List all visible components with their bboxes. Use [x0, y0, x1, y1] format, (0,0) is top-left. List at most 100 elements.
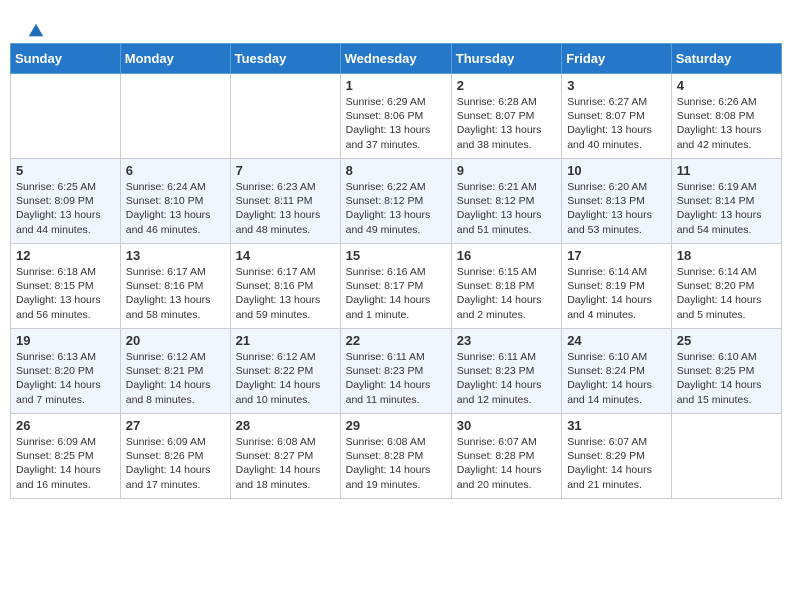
calendar-body: 1 Sunrise: 6:29 AM Sunset: 8:06 PM Daylig…	[11, 74, 782, 499]
day-number: 13	[126, 248, 225, 263]
day-info: Sunrise: 6:16 AM Sunset: 8:17 PM Dayligh…	[346, 265, 446, 322]
day-number: 1	[346, 78, 446, 93]
day-info: Sunrise: 6:18 AM Sunset: 8:15 PM Dayligh…	[16, 265, 115, 322]
calendar-header-row: SundayMondayTuesdayWednesdayThursdayFrid…	[11, 44, 782, 74]
day-number: 7	[236, 163, 335, 178]
day-info: Sunrise: 6:12 AM Sunset: 8:21 PM Dayligh…	[126, 350, 225, 407]
calendar-cell: 11 Sunrise: 6:19 AM Sunset: 8:14 PM Dayli…	[671, 159, 781, 244]
day-number: 9	[457, 163, 556, 178]
day-number: 15	[346, 248, 446, 263]
calendar-cell: 31 Sunrise: 6:07 AM Sunset: 8:29 PM Dayli…	[562, 414, 672, 499]
page-header	[10, 10, 782, 39]
day-header-saturday: Saturday	[671, 44, 781, 74]
day-number: 8	[346, 163, 446, 178]
calendar-cell: 17 Sunrise: 6:14 AM Sunset: 8:19 PM Dayli…	[562, 244, 672, 329]
day-info: Sunrise: 6:09 AM Sunset: 8:25 PM Dayligh…	[16, 435, 115, 492]
day-header-monday: Monday	[120, 44, 230, 74]
calendar-cell: 19 Sunrise: 6:13 AM Sunset: 8:20 PM Dayli…	[11, 329, 121, 414]
day-number: 24	[567, 333, 666, 348]
day-info: Sunrise: 6:17 AM Sunset: 8:16 PM Dayligh…	[236, 265, 335, 322]
calendar-cell: 15 Sunrise: 6:16 AM Sunset: 8:17 PM Dayli…	[340, 244, 451, 329]
calendar-cell: 1 Sunrise: 6:29 AM Sunset: 8:06 PM Daylig…	[340, 74, 451, 159]
day-number: 25	[677, 333, 776, 348]
day-number: 16	[457, 248, 556, 263]
day-info: Sunrise: 6:09 AM Sunset: 8:26 PM Dayligh…	[126, 435, 225, 492]
calendar-cell: 2 Sunrise: 6:28 AM Sunset: 8:07 PM Daylig…	[451, 74, 561, 159]
day-number: 5	[16, 163, 115, 178]
calendar-week-4: 19 Sunrise: 6:13 AM Sunset: 8:20 PM Dayli…	[11, 329, 782, 414]
day-number: 2	[457, 78, 556, 93]
calendar-cell: 28 Sunrise: 6:08 AM Sunset: 8:27 PM Dayli…	[230, 414, 340, 499]
logo	[25, 20, 45, 34]
day-info: Sunrise: 6:22 AM Sunset: 8:12 PM Dayligh…	[346, 180, 446, 237]
calendar-cell: 14 Sunrise: 6:17 AM Sunset: 8:16 PM Dayli…	[230, 244, 340, 329]
day-number: 3	[567, 78, 666, 93]
day-info: Sunrise: 6:28 AM Sunset: 8:07 PM Dayligh…	[457, 95, 556, 152]
day-info: Sunrise: 6:24 AM Sunset: 8:10 PM Dayligh…	[126, 180, 225, 237]
day-info: Sunrise: 6:07 AM Sunset: 8:28 PM Dayligh…	[457, 435, 556, 492]
day-number: 31	[567, 418, 666, 433]
calendar-cell: 3 Sunrise: 6:27 AM Sunset: 8:07 PM Daylig…	[562, 74, 672, 159]
calendar-table: SundayMondayTuesdayWednesdayThursdayFrid…	[10, 43, 782, 499]
day-info: Sunrise: 6:13 AM Sunset: 8:20 PM Dayligh…	[16, 350, 115, 407]
day-number: 28	[236, 418, 335, 433]
day-info: Sunrise: 6:29 AM Sunset: 8:06 PM Dayligh…	[346, 95, 446, 152]
day-number: 20	[126, 333, 225, 348]
day-info: Sunrise: 6:19 AM Sunset: 8:14 PM Dayligh…	[677, 180, 776, 237]
day-number: 6	[126, 163, 225, 178]
day-number: 19	[16, 333, 115, 348]
calendar-cell: 12 Sunrise: 6:18 AM Sunset: 8:15 PM Dayli…	[11, 244, 121, 329]
calendar-cell: 8 Sunrise: 6:22 AM Sunset: 8:12 PM Daylig…	[340, 159, 451, 244]
calendar-cell: 7 Sunrise: 6:23 AM Sunset: 8:11 PM Daylig…	[230, 159, 340, 244]
day-info: Sunrise: 6:08 AM Sunset: 8:27 PM Dayligh…	[236, 435, 335, 492]
day-number: 17	[567, 248, 666, 263]
day-header-thursday: Thursday	[451, 44, 561, 74]
day-number: 10	[567, 163, 666, 178]
day-number: 27	[126, 418, 225, 433]
calendar-week-1: 1 Sunrise: 6:29 AM Sunset: 8:06 PM Daylig…	[11, 74, 782, 159]
calendar-cell: 21Sunrise: 6:12 AM Sunset: 8:22 PM Dayli…	[230, 329, 340, 414]
day-number: 12	[16, 248, 115, 263]
calendar-cell: 25Sunrise: 6:10 AM Sunset: 8:25 PM Dayli…	[671, 329, 781, 414]
day-header-wednesday: Wednesday	[340, 44, 451, 74]
day-info: Sunrise: 6:11 AM Sunset: 8:23 PM Dayligh…	[457, 350, 556, 407]
day-number: 18	[677, 248, 776, 263]
day-info: Sunrise: 6:15 AM Sunset: 8:18 PM Dayligh…	[457, 265, 556, 322]
calendar-week-2: 5 Sunrise: 6:25 AM Sunset: 8:09 PM Daylig…	[11, 159, 782, 244]
calendar-cell: 30Sunrise: 6:07 AM Sunset: 8:28 PM Dayli…	[451, 414, 561, 499]
day-info: Sunrise: 6:25 AM Sunset: 8:09 PM Dayligh…	[16, 180, 115, 237]
day-number: 29	[346, 418, 446, 433]
calendar-cell: 26Sunrise: 6:09 AM Sunset: 8:25 PM Dayli…	[11, 414, 121, 499]
calendar-cell: 13Sunrise: 6:17 AM Sunset: 8:16 PM Dayli…	[120, 244, 230, 329]
calendar-cell: 18 Sunrise: 6:14 AM Sunset: 8:20 PM Dayli…	[671, 244, 781, 329]
calendar-cell: 10 Sunrise: 6:20 AM Sunset: 8:13 PM Dayli…	[562, 159, 672, 244]
day-info: Sunrise: 6:14 AM Sunset: 8:19 PM Dayligh…	[567, 265, 666, 322]
day-info: Sunrise: 6:07 AM Sunset: 8:29 PM Dayligh…	[567, 435, 666, 492]
day-info: Sunrise: 6:11 AM Sunset: 8:23 PM Dayligh…	[346, 350, 446, 407]
calendar-cell: 23 Sunrise: 6:11 AM Sunset: 8:23 PM Dayli…	[451, 329, 561, 414]
calendar-cell: 29 Sunrise: 6:08 AM Sunset: 8:28 PM Dayli…	[340, 414, 451, 499]
calendar-cell: 4Sunrise: 6:26 AM Sunset: 8:08 PM Daylig…	[671, 74, 781, 159]
calendar-cell: 5 Sunrise: 6:25 AM Sunset: 8:09 PM Daylig…	[11, 159, 121, 244]
day-info: Sunrise: 6:08 AM Sunset: 8:28 PM Dayligh…	[346, 435, 446, 492]
day-number: 14	[236, 248, 335, 263]
day-info: Sunrise: 6:27 AM Sunset: 8:07 PM Dayligh…	[567, 95, 666, 152]
calendar-cell: 6 Sunrise: 6:24 AM Sunset: 8:10 PM Daylig…	[120, 159, 230, 244]
calendar-cell: 9Sunrise: 6:21 AM Sunset: 8:12 PM Daylig…	[451, 159, 561, 244]
calendar-cell	[120, 74, 230, 159]
day-info: Sunrise: 6:10 AM Sunset: 8:24 PM Dayligh…	[567, 350, 666, 407]
calendar-cell: 24 Sunrise: 6:10 AM Sunset: 8:24 PM Dayli…	[562, 329, 672, 414]
calendar-cell	[11, 74, 121, 159]
day-number: 11	[677, 163, 776, 178]
day-info: Sunrise: 6:23 AM Sunset: 8:11 PM Dayligh…	[236, 180, 335, 237]
calendar-cell: 22Sunrise: 6:11 AM Sunset: 8:23 PM Dayli…	[340, 329, 451, 414]
logo-icon	[27, 20, 45, 38]
day-header-sunday: Sunday	[11, 44, 121, 74]
day-number: 21	[236, 333, 335, 348]
day-info: Sunrise: 6:14 AM Sunset: 8:20 PM Dayligh…	[677, 265, 776, 322]
day-header-tuesday: Tuesday	[230, 44, 340, 74]
day-number: 23	[457, 333, 556, 348]
day-info: Sunrise: 6:20 AM Sunset: 8:13 PM Dayligh…	[567, 180, 666, 237]
calendar-cell	[230, 74, 340, 159]
calendar-cell: 20 Sunrise: 6:12 AM Sunset: 8:21 PM Dayli…	[120, 329, 230, 414]
